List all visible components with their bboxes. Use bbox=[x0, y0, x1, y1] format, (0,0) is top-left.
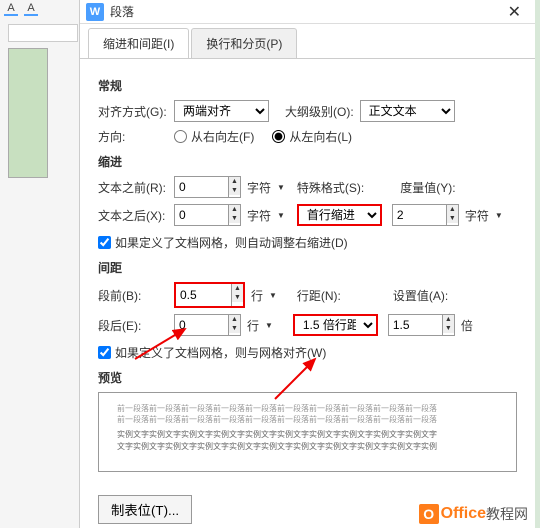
spin-up[interactable]: ▲ bbox=[229, 315, 240, 324]
space-before-unit: 行 bbox=[251, 287, 263, 304]
measure-unit: 字符 bbox=[465, 207, 489, 224]
direction-label: 方向: bbox=[98, 128, 168, 145]
special-format-label: 特殊格式(S): bbox=[297, 179, 364, 196]
dialog-title: 段落 bbox=[110, 3, 134, 20]
alignment-label: 对齐方式(G): bbox=[98, 103, 168, 120]
space-before-label: 段前(B): bbox=[98, 287, 168, 304]
watermark-logo-icon: O bbox=[419, 504, 439, 524]
direction-rtl[interactable]: 从右向左(F) bbox=[174, 128, 254, 145]
section-indent: 缩进 bbox=[98, 153, 517, 170]
indent-before-label: 文本之前(R): bbox=[98, 179, 168, 196]
space-after-input[interactable] bbox=[174, 314, 229, 336]
spin-down[interactable]: ▼ bbox=[447, 214, 458, 223]
tab-line-page-breaks[interactable]: 换行和分页(P) bbox=[191, 28, 297, 58]
direction-ltr[interactable]: 从左向右(L) bbox=[272, 128, 352, 145]
app-icon: W bbox=[86, 3, 104, 21]
spin-down[interactable]: ▼ bbox=[229, 186, 240, 195]
measure-label: 度量值(Y): bbox=[400, 179, 460, 196]
watermark: O Office 教程网 bbox=[413, 502, 534, 526]
set-value-label: 设置值(A): bbox=[393, 287, 453, 304]
auto-adjust-indent-label: 如果定义了文档网格，则自动调整右缩进(D) bbox=[115, 234, 348, 251]
line-spacing-label: 行距(N): bbox=[297, 287, 357, 304]
indent-after-unit: 字符 bbox=[247, 207, 271, 224]
outline-select[interactable]: 正文文本 bbox=[360, 100, 455, 122]
spin-up[interactable]: ▲ bbox=[229, 177, 240, 186]
spin-down[interactable]: ▼ bbox=[229, 214, 240, 223]
set-value-unit: 倍 bbox=[461, 317, 473, 334]
section-general: 常规 bbox=[98, 77, 517, 94]
close-icon[interactable]: ✕ bbox=[500, 2, 529, 22]
set-value-input[interactable] bbox=[388, 314, 443, 336]
indent-after-label: 文本之后(X): bbox=[98, 207, 168, 224]
font-color-icon[interactable]: A bbox=[4, 2, 18, 16]
align-to-grid-checkbox[interactable] bbox=[98, 346, 111, 359]
auto-adjust-indent-checkbox[interactable] bbox=[98, 236, 111, 249]
indent-after-input[interactable] bbox=[174, 204, 229, 226]
outline-label: 大纲级别(O): bbox=[285, 103, 354, 120]
spin-down[interactable]: ▼ bbox=[443, 324, 454, 333]
section-spacing: 间距 bbox=[98, 259, 517, 276]
titlebar: W 段落 ✕ bbox=[80, 0, 535, 24]
highlight-icon[interactable]: A bbox=[24, 2, 38, 16]
spin-up[interactable]: ▲ bbox=[229, 205, 240, 214]
watermark-suffix: 教程网 bbox=[486, 504, 528, 524]
spin-up[interactable]: ▲ bbox=[232, 284, 243, 293]
line-spacing-select[interactable]: 1.5 倍行距 bbox=[293, 314, 378, 336]
preview-box: 前一段落前一段落前一段落前一段落前一段落前一段落前一段落前一段落前一段落前一段落… bbox=[98, 392, 517, 472]
spin-up[interactable]: ▲ bbox=[447, 205, 458, 214]
spin-up[interactable]: ▲ bbox=[443, 315, 454, 324]
section-preview: 预览 bbox=[98, 369, 517, 386]
document-background bbox=[8, 48, 48, 178]
watermark-brand: Office bbox=[441, 505, 486, 523]
space-before-input[interactable] bbox=[176, 285, 231, 305]
paragraph-dialog: 缩进和间距(I) 换行和分页(P) 常规 对齐方式(G): 两端对齐 大纲级别(… bbox=[80, 24, 535, 528]
space-after-unit: 行 bbox=[247, 317, 259, 334]
indent-before-unit: 字符 bbox=[247, 179, 271, 196]
special-format-select[interactable]: 首行缩进 bbox=[297, 204, 382, 226]
tabstops-button[interactable]: 制表位(T)... bbox=[98, 495, 192, 524]
measure-input[interactable] bbox=[392, 204, 447, 226]
indent-before-input[interactable] bbox=[174, 176, 229, 198]
ruler-horizontal bbox=[8, 24, 78, 42]
align-to-grid-label: 如果定义了文档网格，则与网格对齐(W) bbox=[115, 344, 326, 361]
space-after-label: 段后(E): bbox=[98, 317, 168, 334]
tab-indent-spacing[interactable]: 缩进和间距(I) bbox=[88, 28, 189, 58]
spin-down[interactable]: ▼ bbox=[232, 293, 243, 302]
alignment-select[interactable]: 两端对齐 bbox=[174, 100, 269, 122]
spin-down[interactable]: ▼ bbox=[229, 324, 240, 333]
